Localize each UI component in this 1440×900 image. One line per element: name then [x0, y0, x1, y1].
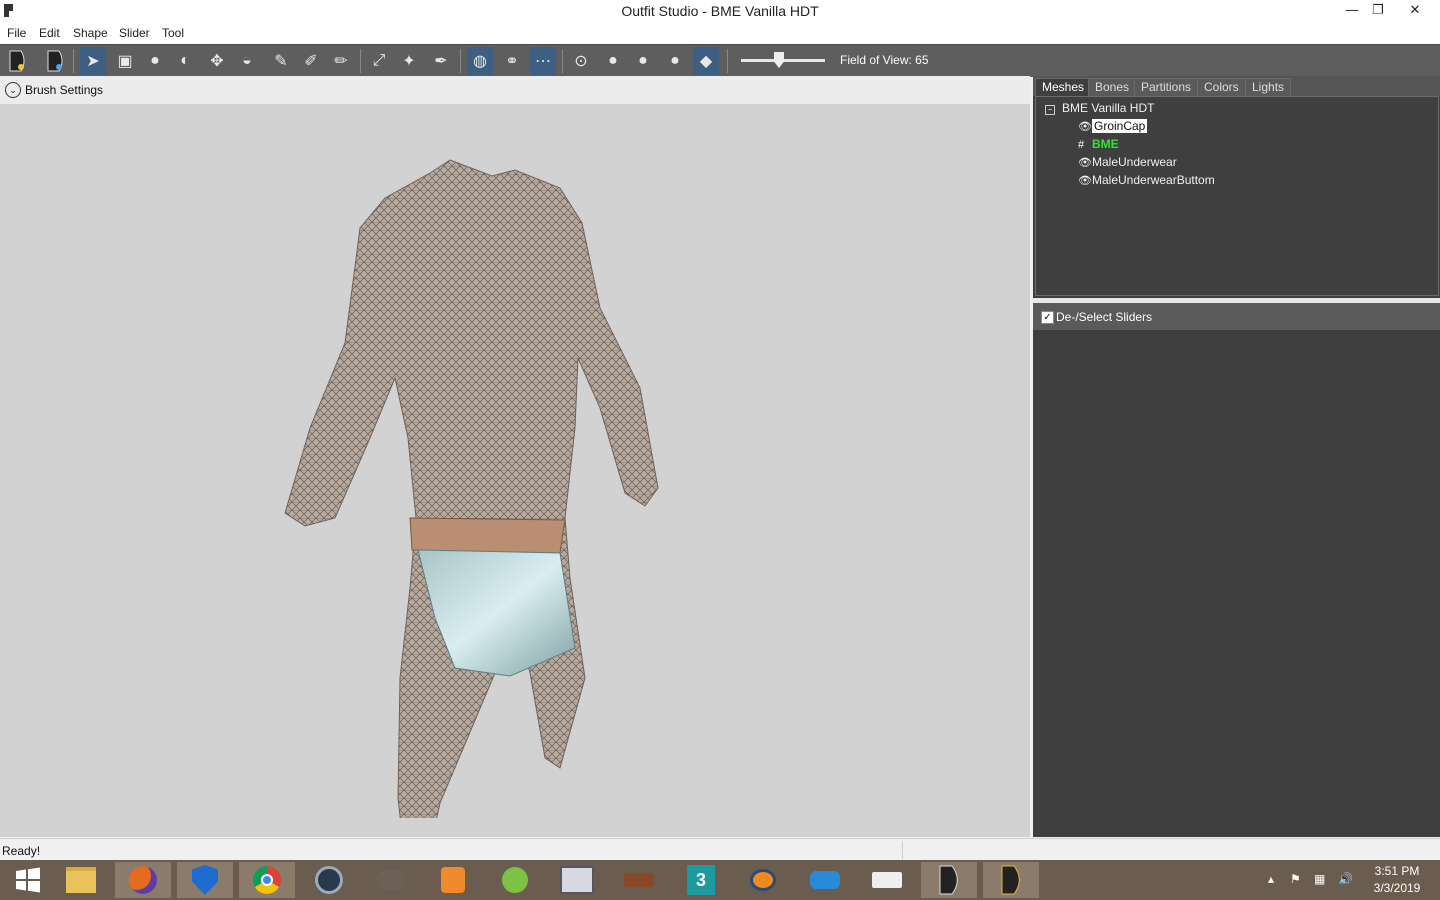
- status-bar: Ready!: [0, 838, 1440, 861]
- mesh-item-groincap[interactable]: 👁 GroinCap: [1078, 117, 1148, 136]
- move-brush-icon[interactable]: ✥: [204, 47, 230, 75]
- select-sliders-checkbox[interactable]: ✓: [1041, 311, 1054, 324]
- collapse-icon[interactable]: −: [1045, 105, 1055, 115]
- menu-edit[interactable]: Edit: [39, 26, 60, 40]
- outfit-studio-2-icon[interactable]: [983, 862, 1039, 898]
- deflate-brush-icon[interactable]: ◐: [172, 47, 198, 75]
- mesh-label: BME: [1092, 137, 1119, 151]
- eye-icon[interactable]: 👁: [1078, 172, 1092, 190]
- toolbar: ➤ ▣ ● ◐ ✥ ◒ ✎ ✐ ✏ ⤢ ✦ ✒ ◍ ⚭ ⋯ ⊙ ● ● ● ◆ …: [0, 44, 1440, 77]
- mask-rect-icon[interactable]: ▣: [112, 47, 138, 75]
- toolbar-separator: [460, 49, 461, 73]
- viewport-3d[interactable]: ⌄ Brush Settings: [0, 76, 1030, 837]
- menu-slider[interactable]: Slider: [119, 26, 150, 40]
- window-title: Outfit Studio - BME Vanilla HDT: [621, 3, 819, 19]
- select-brush-icon[interactable]: ➤: [80, 47, 106, 75]
- chrome-icon[interactable]: [239, 862, 295, 898]
- tab-colors[interactable]: Colors: [1197, 78, 1246, 97]
- mesh-label: MaleUnderwearButtom: [1092, 173, 1215, 187]
- network-icon[interactable]: ▦: [1314, 872, 1325, 886]
- tree-root[interactable]: − BME Vanilla HDT: [1045, 99, 1154, 117]
- monitor-icon[interactable]: [549, 862, 605, 898]
- mesh-item-maleunderwear[interactable]: 👁MaleUnderwear: [1078, 153, 1177, 171]
- tray-expand-icon[interactable]: ▴: [1268, 872, 1274, 886]
- mesh-item-maleunderwearbuttom[interactable]: 👁MaleUnderwearButtom: [1078, 171, 1215, 189]
- toolbar-separator: [727, 49, 728, 73]
- status-text: Ready!: [2, 844, 41, 858]
- volume-icon[interactable]: 🔊: [1338, 872, 1353, 886]
- blender-icon[interactable]: [735, 862, 791, 898]
- smooth-brush-icon[interactable]: ◒: [234, 47, 260, 75]
- color-brush-icon[interactable]: ✏: [328, 47, 354, 75]
- nifskope-icon[interactable]: [859, 862, 915, 898]
- clock-time: 3:51 PM: [1374, 864, 1420, 878]
- outfit-file-icon[interactable]: [4, 47, 30, 75]
- undiff-brush-icon[interactable]: ✎: [268, 47, 294, 75]
- defender-icon[interactable]: [177, 862, 233, 898]
- tab-bones[interactable]: Bones: [1088, 78, 1137, 97]
- brush-med-icon[interactable]: ●: [600, 47, 626, 75]
- toolbar-separator: [360, 49, 361, 73]
- panel-tabs: Meshes Bones Partitions Colors Lights: [1033, 76, 1440, 97]
- connected-icon[interactable]: ⚭: [499, 47, 525, 75]
- brush-settings-label: Brush Settings: [25, 83, 104, 97]
- fov-slider-thumb[interactable]: [774, 52, 784, 68]
- toolbar-separator: [73, 49, 74, 73]
- toolbar-separator: [562, 49, 563, 73]
- clock[interactable]: 3:51 PM 3/3/2019: [1362, 863, 1432, 897]
- menu-tool[interactable]: Tool: [162, 26, 184, 40]
- body-mesh-model[interactable]: [260, 158, 680, 818]
- brush-settings-toggle[interactable]: ⌄: [5, 82, 21, 98]
- outfit-ref-icon[interactable]: [42, 47, 68, 75]
- weight-brush-icon[interactable]: ✐: [298, 47, 324, 75]
- link-icon[interactable]: [797, 862, 853, 898]
- tab-partitions[interactable]: Partitions: [1134, 78, 1199, 97]
- menu-shape[interactable]: Shape: [73, 26, 108, 40]
- tree-root-label: BME Vanilla HDT: [1062, 101, 1155, 115]
- slider-header: ✓ De-/Select Sliders: [1033, 303, 1440, 330]
- clock-date: 3/3/2019: [1373, 881, 1421, 895]
- mirror-x-icon[interactable]: ◍: [467, 47, 493, 75]
- restore-button[interactable]: ❐: [1363, 0, 1393, 22]
- eye-icon[interactable]: 👁: [1078, 118, 1092, 136]
- transform-icon[interactable]: ⤢: [366, 47, 392, 75]
- tab-lights[interactable]: Lights: [1245, 78, 1292, 97]
- taskbar: 3 ▴ ⚑ ▦ 🔊 3:51 PM 3/3/2019: [0, 860, 1440, 900]
- inflate-brush-icon[interactable]: ●: [142, 47, 168, 75]
- android-studio-icon[interactable]: [487, 862, 543, 898]
- mesh-label: GroinCap: [1092, 119, 1148, 133]
- flag-icon[interactable]: ⚑: [1290, 872, 1301, 886]
- pivot-icon[interactable]: ✦: [396, 47, 422, 75]
- brush-large-icon[interactable]: ●: [630, 47, 656, 75]
- firefox-icon[interactable]: [115, 862, 171, 898]
- close-button[interactable]: ✕: [1400, 0, 1430, 22]
- 3dsmax-icon[interactable]: 3: [673, 862, 729, 898]
- right-panel: Meshes Bones Partitions Colors Lights − B…: [1033, 76, 1440, 837]
- brush-xl-icon[interactable]: ●: [662, 47, 688, 75]
- start-icon[interactable]: [0, 862, 56, 898]
- brush-settings-bar: ⌄ Brush Settings: [0, 76, 1030, 104]
- tab-meshes[interactable]: Meshes: [1035, 78, 1092, 97]
- media-icon[interactable]: [425, 862, 481, 898]
- mesh-item-bme[interactable]: # BME: [1078, 135, 1119, 153]
- explorer-icon[interactable]: [53, 862, 109, 898]
- fov-label: Field of View: 65: [840, 53, 929, 67]
- status-separator: [902, 841, 903, 859]
- select-sliders-label: De-/Select Sliders: [1056, 310, 1153, 324]
- grid-icon[interactable]: #: [1078, 136, 1092, 154]
- anvil-icon[interactable]: [611, 862, 667, 898]
- mesh-label: MaleUnderwear: [1092, 155, 1177, 169]
- eye-icon[interactable]: 👁: [1078, 154, 1092, 172]
- collision-icon[interactable]: ✒: [428, 47, 454, 75]
- mesh-tree[interactable]: − BME Vanilla HDT 👁 GroinCap # BME 👁MaleUnd…: [1035, 96, 1439, 296]
- title-bar: Outfit Studio - BME Vanilla HDT — ❐ ✕: [0, 0, 1440, 22]
- outfit-studio-icon[interactable]: [921, 862, 977, 898]
- camera-icon[interactable]: [301, 862, 357, 898]
- cube-icon[interactable]: ◆: [693, 47, 719, 75]
- menu-bar: File Edit Shape Slider Tool: [0, 22, 1440, 44]
- mirror-icon[interactable]: ⋯: [530, 47, 556, 75]
- gimp-icon[interactable]: [363, 862, 419, 898]
- brush-small-icon[interactable]: ⊙: [568, 47, 594, 75]
- menu-file[interactable]: File: [7, 26, 26, 40]
